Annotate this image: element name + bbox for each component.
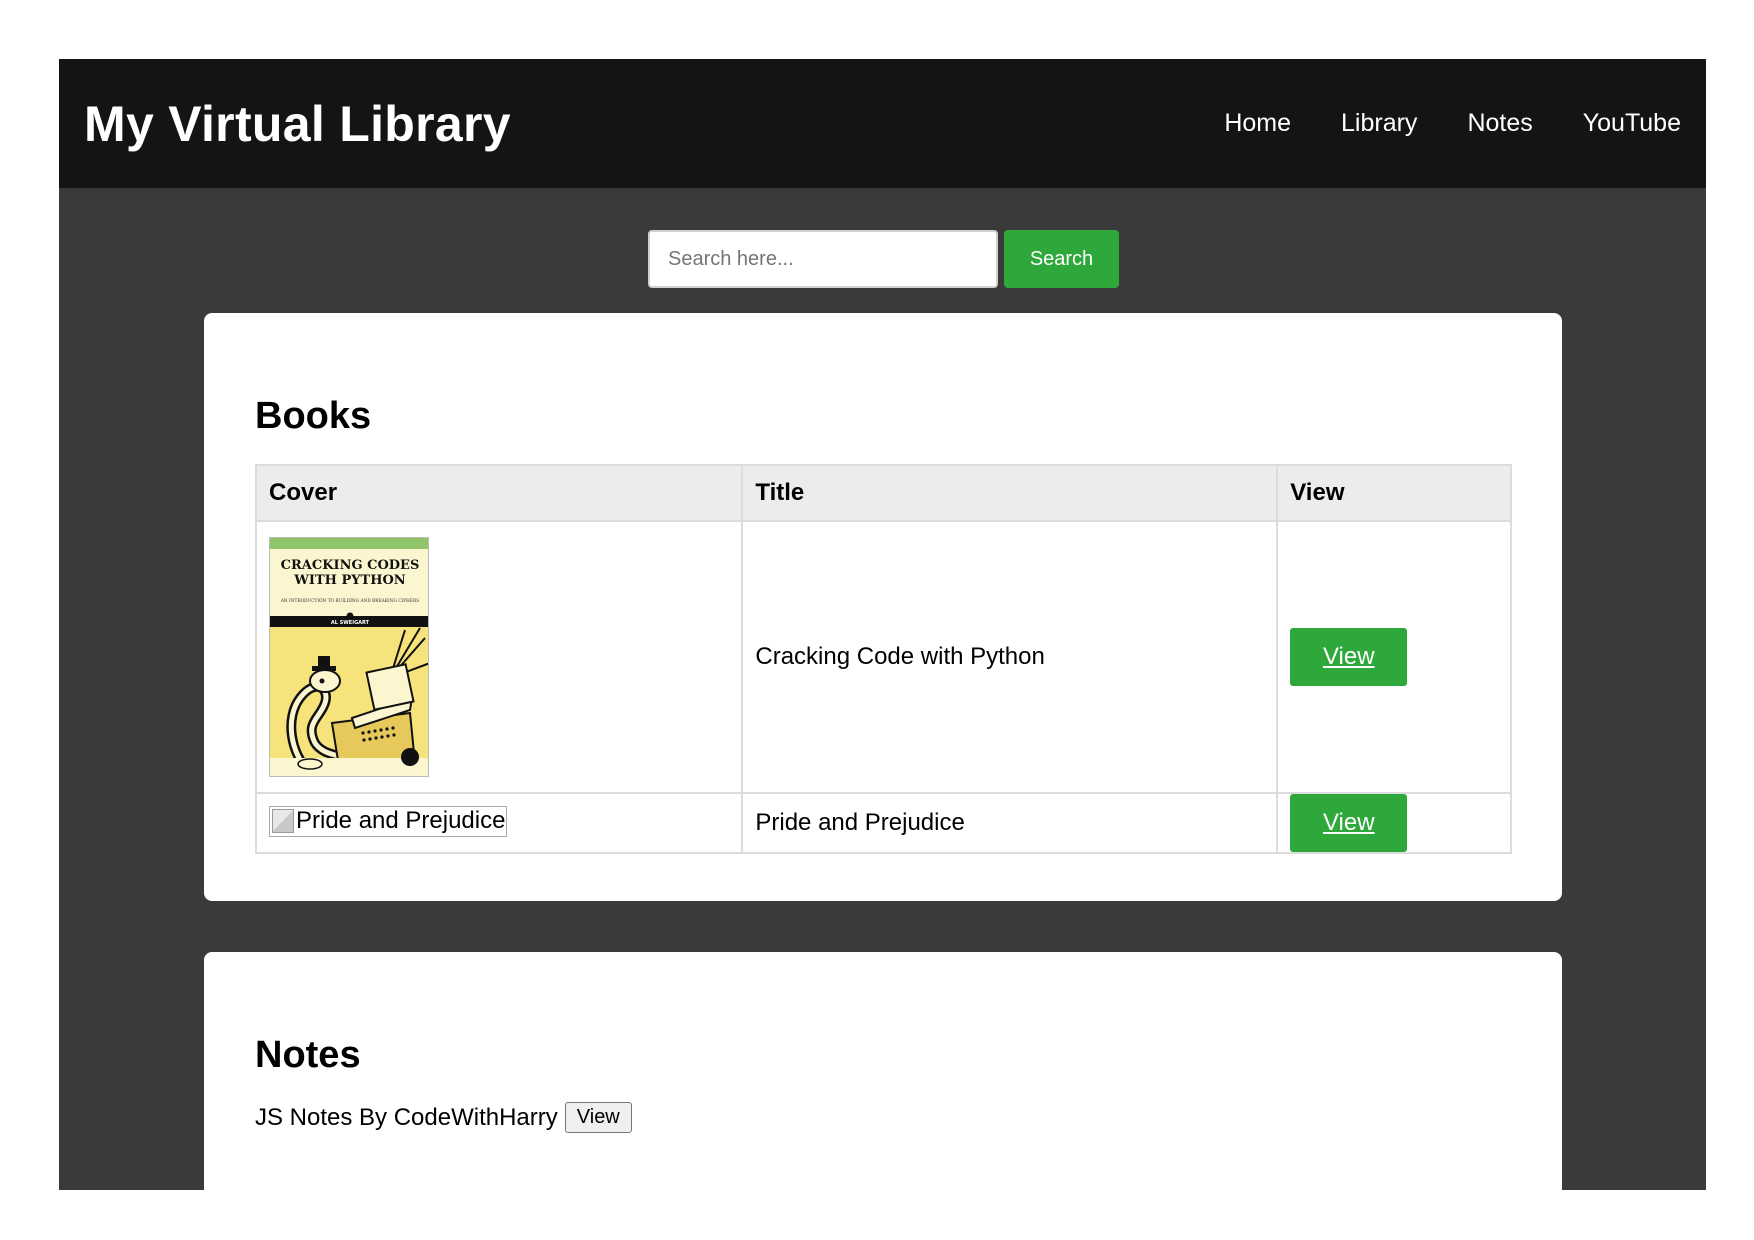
- site-title: My Virtual Library: [84, 95, 511, 152]
- cover-cell: CRACKING CODES WITH PYTHON AN INTRODUCTI…: [254, 520, 744, 794]
- column-header-title: Title: [741, 464, 1279, 522]
- title-cell: Pride and Prejudice: [741, 792, 1279, 854]
- cover-cell: Pride and Prejudice: [254, 792, 744, 854]
- cover-title-line1: CRACKING CODES: [281, 558, 420, 573]
- view-cell: View: [1276, 520, 1512, 794]
- view-cell: View: [1276, 792, 1512, 854]
- notes-heading: Notes: [255, 1034, 361, 1076]
- nav-link-library[interactable]: Library: [1341, 109, 1417, 138]
- table-row: CRACKING CODES WITH PYTHON AN INTRODUCTI…: [254, 520, 1512, 794]
- book-cover-image: Pride and Prejudice: [269, 805, 508, 837]
- books-header-row: Cover Title View: [254, 464, 1512, 522]
- book-cover-image: CRACKING CODES WITH PYTHON AN INTRODUCTI…: [269, 537, 429, 777]
- navbar: My Virtual Library Home Library Notes Yo…: [59, 59, 1706, 188]
- view-book-button[interactable]: View: [1290, 794, 1408, 852]
- broken-image-icon: [272, 809, 294, 834]
- books-heading: Books: [255, 395, 372, 437]
- note-label: JS Notes By CodeWithHarry: [255, 1103, 558, 1131]
- cover-subtitle: AN INTRODUCTION TO BUILDING AND BREAKING…: [280, 599, 419, 604]
- view-note-button[interactable]: View: [564, 1102, 632, 1133]
- books-table: Cover Title View CRACKING CODES WITH PYT…: [254, 464, 1512, 854]
- cover-author: AL SWEIGART: [331, 620, 370, 626]
- list-item: JS Notes By CodeWithHarry View: [255, 1102, 632, 1133]
- nav-link-home[interactable]: Home: [1224, 109, 1291, 138]
- search-button[interactable]: Search: [1004, 230, 1119, 288]
- table-row: Pride and Prejudice Pride and Prejudice …: [254, 792, 1512, 854]
- title-cell: Cracking Code with Python: [741, 520, 1279, 794]
- column-header-view: View: [1276, 464, 1512, 522]
- notes-card: Notes JS Notes By CodeWithHarry View: [204, 952, 1562, 1190]
- search-bar: Search: [59, 230, 1706, 290]
- cover-title-line2: WITH PYTHON: [293, 573, 405, 588]
- column-header-cover: Cover: [254, 464, 744, 522]
- nav-link-notes[interactable]: Notes: [1467, 109, 1532, 138]
- nav-link-youtube[interactable]: YouTube: [1583, 109, 1681, 138]
- books-card: Books Cover Title View CRACKING CODES WI…: [204, 313, 1562, 901]
- search-input[interactable]: [648, 230, 998, 288]
- page-frame: My Virtual Library Home Library Notes Yo…: [59, 59, 1706, 1190]
- nav-links: Home Library Notes YouTube: [1174, 109, 1681, 138]
- cover-alt-text: Pride and Prejudice: [296, 807, 506, 835]
- view-book-button[interactable]: View: [1290, 628, 1408, 686]
